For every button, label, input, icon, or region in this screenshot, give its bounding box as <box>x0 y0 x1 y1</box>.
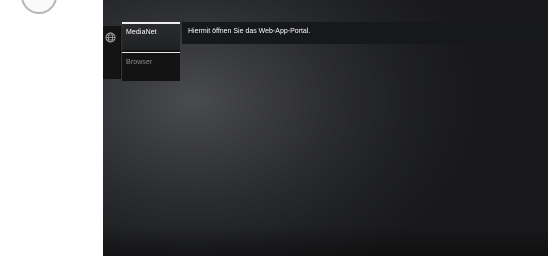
menu-item-medianet[interactable]: MediaNet <box>122 22 180 50</box>
corner-circle-button <box>21 0 57 14</box>
menu-list: MediaNet Browser <box>122 22 180 81</box>
globe-icon <box>105 32 116 43</box>
description-bar: Hiermit öffnen Sie das Web-App-Portal. <box>182 22 548 44</box>
page: MediaNet Browser Hiermit öffnen Sie das … <box>0 0 548 256</box>
description-text: Hiermit öffnen Sie das Web-App-Portal. <box>188 28 311 35</box>
menu-item-browser[interactable]: Browser <box>122 52 180 80</box>
tv-screen: MediaNet Browser Hiermit öffnen Sie das … <box>103 0 548 256</box>
menu-rail <box>103 26 121 79</box>
